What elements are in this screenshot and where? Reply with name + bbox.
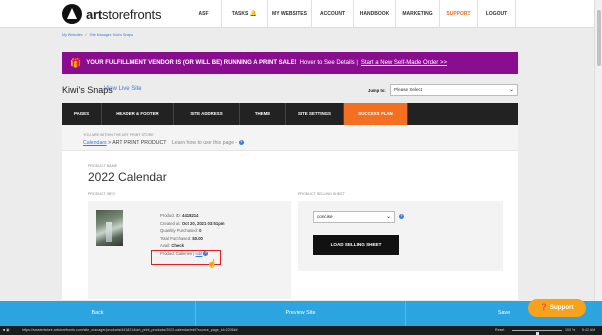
nav-tasks[interactable]: TASKS 🔔 — [222, 0, 268, 28]
main-nav: ASF TASKS 🔔 MY WEBSITES ACCOUNT HANDBOOK… — [186, 0, 516, 28]
product-thumbnail — [96, 210, 123, 246]
page-scrollbar[interactable] — [594, 0, 602, 301]
gift-icon: 🎁 — [70, 57, 82, 68]
status-url: https://rosstertstore.artstorefronts.com… — [22, 328, 238, 332]
tab-success-plan[interactable]: SUCCESS PLAN — [344, 103, 408, 125]
nav-logout[interactable]: LOGOUT — [478, 0, 516, 28]
breadcrumb-site-manager[interactable]: Site Manager: Kiwi's Snaps — [90, 33, 134, 37]
total-label: Total Purchased: — [160, 235, 192, 241]
product-id: 4418214 — [182, 213, 199, 218]
quantity-value: 0 — [199, 228, 202, 234]
jump-to-label: Jump to: — [368, 88, 386, 93]
status-bar: ■ ▣ https://rosstertstore.artstorefronts… — [0, 326, 602, 335]
clock: 5:42 AM — [582, 328, 596, 332]
site-manager-tabs: PAGES HEADER & FOOTER SITE ADDRESS THEME… — [62, 103, 518, 125]
top-navbar: artstorefronts ASF TASKS 🔔 MY WEBSITES A… — [0, 0, 602, 28]
nav-support[interactable]: SUPPORT — [440, 0, 478, 28]
nav-tasks-label: TASKS — [231, 11, 249, 17]
product-name: 2022 Calendar — [88, 170, 167, 184]
breadcrumb-separator: / — [85, 33, 87, 37]
nav-marketing[interactable]: MARKETING — [396, 0, 440, 28]
print-sale-banner[interactable]: 🎁 YOUR FULFILLMENT VENDOR IS (OR WILL BE… — [62, 52, 518, 74]
logo-icon — [62, 4, 82, 24]
selling-sheet-select[interactable]: concise ⌄ — [313, 211, 395, 223]
product-info-box: Product ID: 4418214 Created at: Oct 20, … — [88, 201, 291, 299]
brand-prefix: art — [86, 6, 103, 22]
nav-asf[interactable]: ASF — [186, 0, 222, 28]
banner-headline: YOUR FULFILLMENT VENDOR IS (OR WILL BE) … — [86, 60, 297, 66]
selling-sheet-label: PRODUCT SELLING SHEET — [298, 192, 345, 196]
jump-to-value: Please Select — [394, 87, 423, 92]
tab-header-footer[interactable]: HEADER & FOOTER — [102, 103, 174, 125]
help-text: Learn how to use this page - — [171, 140, 238, 146]
preview-site-button[interactable]: Preview Site — [196, 301, 406, 326]
tab-site-address[interactable]: SITE ADDRESS — [174, 103, 240, 125]
breadcrumb: My Websites / Site Manager: Kiwi's Snaps — [62, 29, 133, 42]
nav-my-websites[interactable]: MY WEBSITES — [268, 0, 312, 28]
zoom-level: 100 % — [565, 328, 576, 332]
product-name-label: PRODUCT NAME — [88, 164, 118, 168]
nav-account[interactable]: ACCOUNT — [312, 0, 354, 28]
help-icon[interactable]: ? — [399, 214, 404, 219]
avail-value: Check — [171, 243, 184, 249]
zoom-slider[interactable] — [512, 330, 562, 335]
action-bar: Back Preview Site Save — [0, 301, 602, 326]
calendars-link[interactable]: Calendars — [83, 140, 107, 146]
brand-logo[interactable]: artstorefronts — [62, 4, 161, 24]
banner-hover-text: Hover to See Details | — [299, 60, 358, 66]
breadcrumb-my-websites[interactable]: My Websites — [62, 33, 83, 37]
jump-to-select[interactable]: Please Select ⌄ — [390, 84, 518, 96]
support-button[interactable]: ❓ Support — [528, 299, 586, 317]
support-label: Support — [549, 304, 574, 311]
nav-handbook[interactable]: HANDBOOK — [354, 0, 396, 28]
view-live-site-link[interactable]: View Live Site — [104, 86, 142, 92]
brand-suffix: storefronts — [102, 6, 162, 22]
chevron-down-icon: ⌄ — [385, 214, 391, 220]
selling-sheet-box: concise ⌄ ? LOAD SELLING SHEET — [298, 201, 503, 271]
tab-site-settings[interactable]: SITE SETTINGS — [286, 103, 344, 125]
help-icon[interactable]: ? — [238, 140, 244, 146]
store-location-label: YOU ARE WITHIN THE ART PRINT STORE — [83, 133, 154, 137]
avail-label: Avail: — [160, 243, 171, 249]
taskbar-icons: ■ ▣ — [3, 328, 10, 332]
location-path: > ART PRINT PRODUCT — [106, 140, 167, 146]
product-id-label: Product ID: — [160, 213, 181, 218]
new-self-made-order-link[interactable]: Start a New Self-Made Order >> — [361, 60, 447, 66]
product-info-label: PRODUCT INFO — [88, 192, 116, 196]
hand-cursor-icon: ☝ — [207, 259, 217, 268]
zoom-reset[interactable]: Reset — [495, 326, 504, 335]
product-edit-panel: YOU ARE WITHIN THE ART PRINT STORE Calen… — [62, 125, 518, 300]
tab-theme[interactable]: THEME — [240, 103, 286, 125]
created-label: Created at: — [160, 220, 181, 226]
load-selling-sheet-button[interactable]: LOAD SELLING SHEET — [313, 235, 399, 255]
total-value: $0.00 — [192, 235, 203, 241]
back-button[interactable]: Back — [0, 301, 196, 326]
scrollbar-thumb[interactable] — [597, 10, 601, 66]
tab-pages[interactable]: PAGES — [62, 103, 102, 125]
quantity-label: Quantity Purchased: — [160, 228, 198, 234]
selling-sheet-value: concise — [317, 214, 333, 219]
bell-icon: 🔔 — [249, 11, 258, 17]
store-location: YOU ARE WITHIN THE ART PRINT STORE Calen… — [62, 125, 518, 151]
created-date: Oct 20, 2021 03:51pm — [181, 220, 225, 226]
chevron-down-icon: ⌄ — [508, 87, 514, 93]
